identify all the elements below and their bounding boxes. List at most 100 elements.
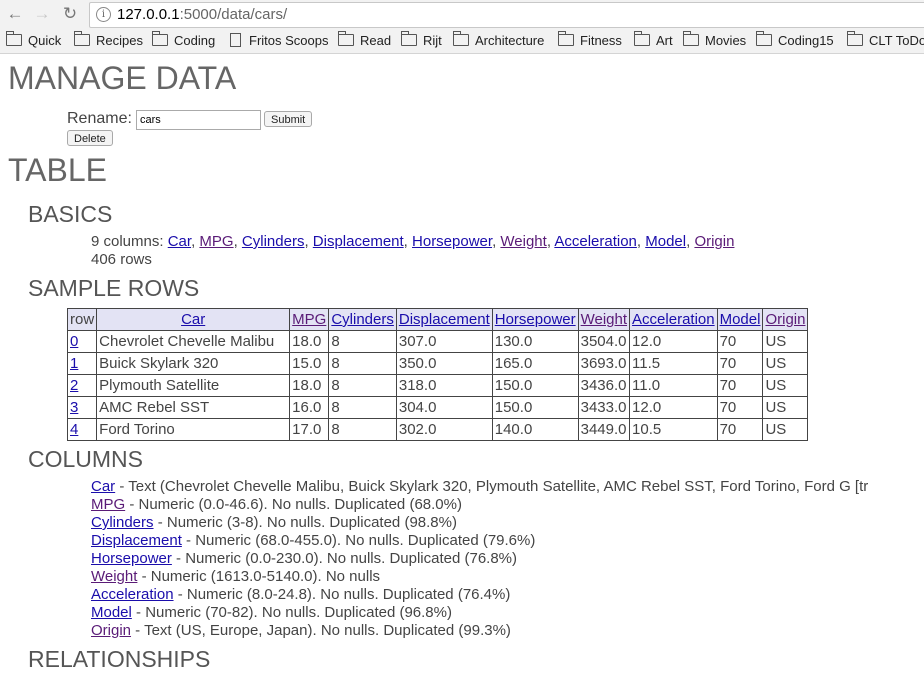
sort-horsepower-link[interactable]: Horsepower bbox=[495, 311, 576, 328]
column-link-cylinders[interactable]: Cylinders bbox=[242, 233, 305, 250]
sort-car-link[interactable]: Car bbox=[181, 311, 205, 328]
column-detail-desc: - Numeric (1613.0-5140.0). No nulls bbox=[137, 568, 381, 585]
url-path: :5000/data/cars/ bbox=[179, 6, 288, 23]
column-details-list: Car - Text (Chevrolet Chevelle Malibu, B… bbox=[91, 478, 868, 640]
column-detail-link-cylinders[interactable]: Cylinders bbox=[91, 514, 154, 531]
bookmark-label: Recipes bbox=[96, 33, 143, 48]
mpg-cell: 17.0 bbox=[289, 418, 330, 441]
table-heading: TABLE bbox=[8, 152, 107, 188]
list-item: Horsepower - Numeric (0.0-230.0). No nul… bbox=[91, 550, 868, 568]
sort-weight-link[interactable]: Weight bbox=[581, 311, 627, 328]
column-link-acceleration[interactable]: Acceleration bbox=[554, 233, 637, 250]
bookmark-clt-todo[interactable]: CLT ToDo bbox=[847, 31, 924, 49]
row-link[interactable]: 3 bbox=[70, 399, 78, 416]
sort-model-link[interactable]: Model bbox=[720, 311, 761, 328]
sort-cylinders-link[interactable]: Cylinders bbox=[331, 311, 394, 328]
acceleration-cell: 10.5 bbox=[629, 418, 718, 441]
folder-icon bbox=[558, 31, 574, 46]
header-model: Model bbox=[716, 308, 764, 331]
bookmark-fitness[interactable]: Fitness bbox=[558, 31, 622, 49]
folder-icon bbox=[401, 31, 417, 46]
bookmark-coding[interactable]: Coding bbox=[152, 31, 215, 49]
bookmark-label: Coding15 bbox=[778, 33, 834, 48]
column-detail-link-displacement[interactable]: Displacement bbox=[91, 532, 182, 549]
bookmark-recipes[interactable]: Recipes bbox=[74, 31, 143, 49]
column-link-horsepower[interactable]: Horsepower bbox=[412, 233, 492, 250]
forward-arrow-icon[interactable]: → bbox=[32, 4, 52, 24]
browser-toolbar: ← → ↻ i 127.0.0.1:5000/data/cars/ bbox=[0, 0, 924, 30]
folder-icon bbox=[6, 31, 22, 46]
bookmark-rijt[interactable]: Rijt bbox=[401, 31, 442, 49]
column-detail-link-horsepower[interactable]: Horsepower bbox=[91, 550, 172, 567]
horsepower-cell: 150.0 bbox=[491, 396, 579, 419]
address-bar[interactable]: i 127.0.0.1:5000/data/cars/ bbox=[89, 2, 924, 28]
reload-icon[interactable]: ↻ bbox=[60, 4, 80, 24]
column-detail-link-model[interactable]: Model bbox=[91, 604, 132, 621]
columns-count: 9 columns: bbox=[91, 233, 164, 250]
row-index-cell: 0 bbox=[66, 330, 98, 353]
bookmark-quick[interactable]: Quick bbox=[6, 31, 61, 49]
bookmark-read[interactable]: Read bbox=[338, 31, 391, 49]
rename-input[interactable] bbox=[136, 110, 261, 130]
folder-icon bbox=[152, 31, 168, 46]
column-detail-desc: - Text (Chevrolet Chevelle Malibu, Buick… bbox=[115, 478, 869, 495]
folder-icon bbox=[634, 31, 650, 46]
displacement-cell: 304.0 bbox=[395, 396, 493, 419]
folder-icon bbox=[756, 31, 772, 46]
bookmark-fritos-scoops[interactable]: Fritos Scoops bbox=[230, 33, 328, 49]
bookmark-architecture[interactable]: Architecture bbox=[453, 31, 545, 49]
row-link[interactable]: 0 bbox=[70, 333, 78, 350]
delete-button[interactable]: Delete bbox=[67, 130, 113, 146]
table-row: 1 Buick Skylark 320 15.0 8 350.0 165.0 3… bbox=[66, 352, 809, 375]
displacement-cell: 350.0 bbox=[395, 352, 493, 375]
weight-cell: 3433.0 bbox=[577, 396, 631, 419]
column-link-model[interactable]: Model bbox=[645, 233, 686, 250]
sort-mpg-link[interactable]: MPG bbox=[292, 311, 326, 328]
submit-button[interactable]: Submit bbox=[264, 111, 313, 127]
column-detail-link-car[interactable]: Car bbox=[91, 478, 115, 495]
model-cell: 70 bbox=[716, 418, 764, 441]
list-item: Displacement - Numeric (68.0-455.0). No … bbox=[91, 532, 868, 550]
model-cell: 70 bbox=[716, 374, 764, 397]
column-link-displacement[interactable]: Displacement bbox=[313, 233, 404, 250]
horsepower-cell: 140.0 bbox=[491, 418, 579, 441]
bookmark-coding15[interactable]: Coding15 bbox=[756, 31, 834, 49]
bookmark-movies[interactable]: Movies bbox=[683, 31, 746, 49]
rename-label: Rename: bbox=[67, 110, 132, 127]
header-horsepower: Horsepower bbox=[491, 308, 579, 331]
row-link[interactable]: 4 bbox=[70, 421, 78, 438]
list-item: MPG - Numeric (0.0-46.6). No nulls. Dupl… bbox=[91, 496, 868, 514]
column-detail-link-acceleration[interactable]: Acceleration bbox=[91, 586, 174, 603]
bookmark-label: Architecture bbox=[475, 33, 545, 48]
sort-origin-link[interactable]: Origin bbox=[765, 311, 805, 328]
column-link-car[interactable]: Car bbox=[168, 233, 191, 250]
url-host: 127.0.0.1 bbox=[117, 6, 180, 23]
sort-displacement-link[interactable]: Displacement bbox=[399, 311, 490, 328]
list-item: Acceleration - Numeric (8.0-24.8). No nu… bbox=[91, 586, 868, 604]
bookmarks-bar: Quick Recipes Coding Fritos Scoops Read … bbox=[0, 29, 924, 54]
header-origin: Origin bbox=[762, 308, 809, 331]
sort-acceleration-link[interactable]: Acceleration bbox=[632, 311, 715, 328]
mpg-cell: 18.0 bbox=[289, 330, 330, 353]
folder-icon bbox=[338, 31, 354, 46]
column-link-mpg[interactable]: MPG bbox=[199, 233, 233, 250]
column-detail-link-origin[interactable]: Origin bbox=[91, 622, 131, 639]
column-detail-desc: - Text (US, Europe, Japan). No nulls. Du… bbox=[131, 622, 511, 639]
column-detail-link-weight[interactable]: Weight bbox=[91, 568, 137, 585]
displacement-cell: 302.0 bbox=[395, 418, 493, 441]
row-link[interactable]: 1 bbox=[70, 355, 78, 372]
column-link-weight[interactable]: Weight bbox=[500, 233, 546, 250]
origin-cell: US bbox=[762, 396, 809, 419]
cylinders-cell: 8 bbox=[328, 330, 397, 353]
row-link[interactable]: 2 bbox=[70, 377, 78, 394]
info-icon[interactable]: i bbox=[96, 7, 111, 22]
header-mpg: MPG bbox=[289, 308, 330, 331]
mpg-cell: 18.0 bbox=[289, 374, 330, 397]
list-item: Origin - Text (US, Europe, Japan). No nu… bbox=[91, 622, 868, 640]
back-arrow-icon[interactable]: ← bbox=[5, 4, 25, 24]
origin-cell: US bbox=[762, 330, 809, 353]
column-link-origin[interactable]: Origin bbox=[694, 233, 734, 250]
column-detail-link-mpg[interactable]: MPG bbox=[91, 496, 125, 513]
bookmark-art[interactable]: Art bbox=[634, 31, 673, 49]
column-detail-desc: - Numeric (70-82). No nulls. Duplicated … bbox=[131, 604, 452, 621]
